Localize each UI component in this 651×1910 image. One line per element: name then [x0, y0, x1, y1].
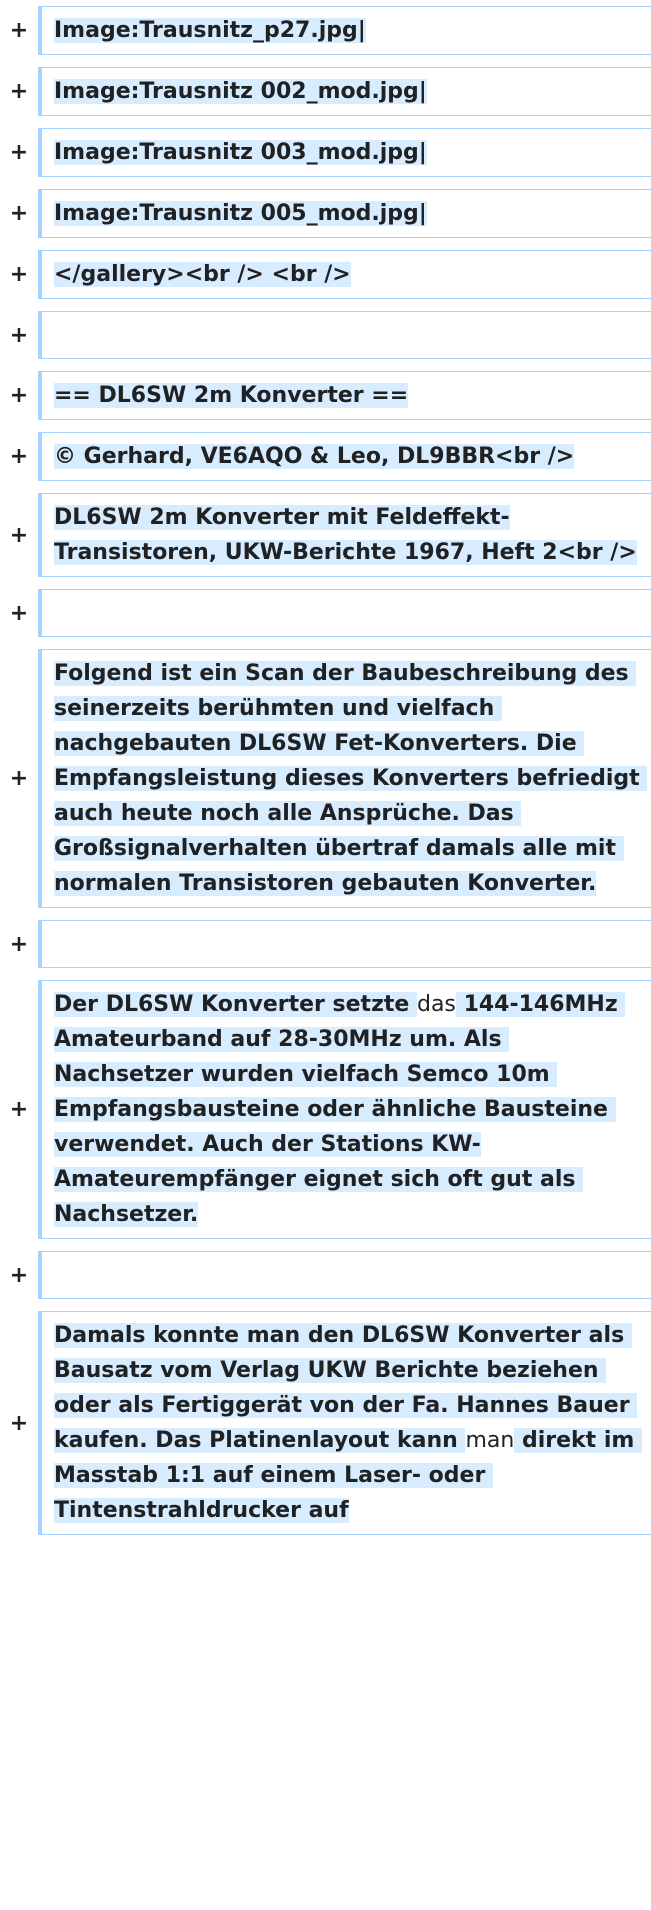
line-text: </gallery><br /> <br />	[54, 262, 351, 287]
line-text: Image:Trausnitz 005_mod.jpg|	[54, 201, 427, 226]
added-line-content: Image:Trausnitz_p27.jpg|	[38, 6, 651, 55]
line-text: Folgend ist ein Scan der Baubeschreibung…	[54, 661, 648, 896]
added-line-content: Image:Trausnitz 003_mod.jpg|	[38, 128, 651, 177]
added-line-marker: +	[9, 140, 29, 165]
diff-row: + Der DL6SW Konverter setzte das 144-146…	[0, 974, 651, 1245]
diff-row: + Folgend ist ein Scan der Baubeschreibu…	[0, 643, 651, 914]
line-text: Image:Trausnitz 003_mod.jpg|	[54, 140, 427, 165]
added-line-marker: +	[9, 931, 29, 957]
added-line-content: Damals konnte man den DL6SW Konverter al…	[38, 1311, 651, 1535]
line-text: DL6SW 2m Konverter mit Feldeffekt-Transi…	[54, 505, 637, 565]
added-line-marker: +	[9, 79, 29, 104]
added-line-content	[38, 1251, 651, 1299]
added-line-content: </gallery><br /> <br />	[38, 250, 651, 299]
diff-row: + Damals konnte man den DL6SW Konverter …	[0, 1305, 651, 1541]
diff-row: +	[0, 914, 651, 974]
added-line-content	[38, 589, 651, 637]
line-text: © Gerhard, VE6AQO & Leo, DL9BBR<br />	[54, 444, 575, 469]
diff-row: + © Gerhard, VE6AQO & Leo, DL9BBR<br />	[0, 426, 651, 487]
line-text: Der DL6SW Konverter setzte	[54, 992, 417, 1017]
added-line-marker: +	[9, 1097, 29, 1122]
diff-row: + == DL6SW 2m Konverter ==	[0, 365, 651, 426]
added-line-marker: +	[9, 322, 29, 348]
line-text: Image:Trausnitz_p27.jpg|	[54, 18, 366, 43]
added-line-content: Image:Trausnitz 005_mod.jpg|	[38, 189, 651, 238]
added-line-content: == DL6SW 2m Konverter ==	[38, 371, 651, 420]
diff-row: +	[0, 583, 651, 643]
line-text: 144-146MHz Amateurband auf 28-30MHz um. …	[54, 992, 626, 1227]
added-line-content: © Gerhard, VE6AQO & Leo, DL9BBR<br />	[38, 432, 651, 481]
added-line-content: Folgend ist ein Scan der Baubeschreibung…	[38, 649, 651, 908]
added-line-marker: +	[9, 1410, 29, 1436]
added-line-marker: +	[9, 600, 29, 626]
diff-row: +	[0, 305, 651, 365]
added-line-content: DL6SW 2m Konverter mit Feldeffekt-Transi…	[38, 493, 651, 577]
diff-row: + Image:Trausnitz_p27.jpg|	[0, 0, 651, 61]
diff-view: + Image:Trausnitz_p27.jpg| + Image:Traus…	[0, 0, 651, 1541]
added-line-marker: +	[9, 262, 29, 287]
diff-row: + Image:Trausnitz 002_mod.jpg|	[0, 61, 651, 122]
diff-row: + Image:Trausnitz 003_mod.jpg|	[0, 122, 651, 183]
diff-row: +	[0, 1245, 651, 1305]
added-line-marker: +	[9, 1262, 29, 1288]
added-line-content: Image:Trausnitz 002_mod.jpg|	[38, 67, 651, 116]
added-line-marker: +	[9, 522, 29, 548]
diff-row: + Image:Trausnitz 005_mod.jpg|	[0, 183, 651, 244]
unchanged-word: man	[465, 1428, 515, 1453]
added-line-content	[38, 311, 651, 359]
added-line-content: Der DL6SW Konverter setzte das 144-146MH…	[38, 980, 651, 1239]
added-line-marker: +	[9, 18, 29, 43]
added-line-marker: +	[9, 383, 29, 408]
added-line-marker: +	[9, 766, 29, 791]
diff-row: + DL6SW 2m Konverter mit Feldeffekt-Tran…	[0, 487, 651, 583]
added-line-marker: +	[9, 444, 29, 469]
line-text: Image:Trausnitz 002_mod.jpg|	[54, 79, 427, 104]
line-text: == DL6SW 2m Konverter ==	[54, 383, 409, 408]
diff-row: + </gallery><br /> <br />	[0, 244, 651, 305]
added-line-content	[38, 920, 651, 968]
added-line-marker: +	[9, 201, 29, 226]
unchanged-word: das	[416, 992, 456, 1017]
